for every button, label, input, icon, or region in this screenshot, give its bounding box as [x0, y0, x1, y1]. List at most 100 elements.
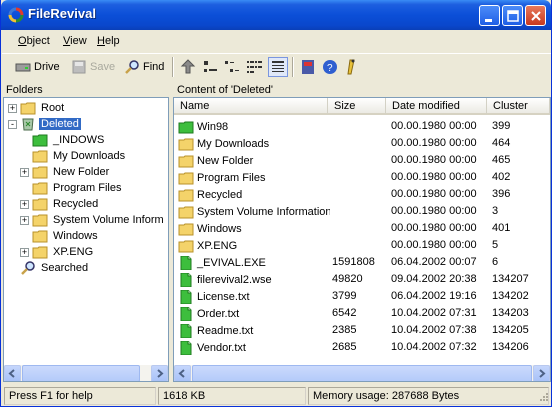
- tree-expander[interactable]: -: [8, 120, 17, 129]
- tree-item-label: XP.ENG: [53, 246, 94, 258]
- cell-size: 1591808: [332, 256, 375, 268]
- table-row[interactable]: XP.ENG 00.00.1980 00:00 5: [174, 237, 548, 254]
- file-list[interactable]: Name Size Date modified Cluster Win98 00.…: [173, 97, 551, 382]
- cell-date: 09.04.2002 20:38: [391, 273, 477, 285]
- file-name: XP.ENG: [197, 240, 238, 252]
- tree-item[interactable]: New Folder: [32, 164, 111, 180]
- scroll-right-button[interactable]: [533, 365, 550, 381]
- tree-item[interactable]: XP.ENG: [32, 244, 95, 260]
- chevron-left-icon: [178, 369, 185, 378]
- table-row[interactable]: _EVIVAL.EXE 1591808 06.04.2002 00:07 6: [174, 254, 548, 271]
- scroll-thumb[interactable]: [22, 365, 140, 381]
- cell-date: 00.00.1980 00:00: [391, 222, 477, 234]
- cell-date: 06.04.2002 19:16: [391, 290, 477, 302]
- help-book-button[interactable]: [298, 57, 318, 77]
- small-icons-button[interactable]: [222, 57, 242, 77]
- table-row[interactable]: Windows 00.00.1980 00:00 401: [174, 220, 548, 237]
- scroll-right-button[interactable]: [151, 365, 168, 381]
- table-row[interactable]: New Folder 00.00.1980 00:00 465: [174, 152, 548, 169]
- details-view-button[interactable]: [268, 57, 288, 77]
- list-horizontal-scrollbar[interactable]: [174, 364, 550, 381]
- menu-help[interactable]: Help: [97, 35, 120, 47]
- folders-label: Folders: [6, 84, 43, 96]
- tree-expander[interactable]: +: [8, 104, 17, 113]
- file-name: Windows: [197, 223, 242, 235]
- column-cluster[interactable]: Cluster: [487, 98, 550, 115]
- tree-item-label: Recycled: [53, 198, 99, 210]
- title-bar[interactable]: FileRevival: [1, 0, 551, 30]
- scroll-thumb[interactable]: [192, 365, 532, 381]
- toolbar-separator: [172, 57, 174, 77]
- table-row[interactable]: Recycled 00.00.1980 00:00 396: [174, 186, 548, 203]
- find-button[interactable]: Find: [121, 56, 167, 78]
- table-row[interactable]: Vendor.txt 2685 10.04.2002 07:32 134206: [174, 339, 548, 356]
- tree-expander[interactable]: +: [20, 248, 29, 257]
- cell-cluster: 134205: [492, 324, 529, 336]
- tree-item-label: System Volume Inform: [53, 214, 164, 226]
- table-row[interactable]: License.txt 3799 06.04.2002 19:16 134202: [174, 288, 548, 305]
- table-row[interactable]: Readme.txt 2385 10.04.2002 07:38 134205: [174, 322, 548, 339]
- tree-item[interactable]: System Volume Inform: [32, 212, 166, 228]
- cell-date: 06.04.2002 00:07: [391, 256, 477, 268]
- table-row[interactable]: Order.txt 6542 10.04.2002 07:31 134203: [174, 305, 548, 322]
- menu-view[interactable]: View: [63, 35, 87, 47]
- table-row[interactable]: Win98 00.00.1980 00:00 399: [174, 118, 548, 135]
- details-view-icon: [272, 61, 284, 72]
- folder-tree[interactable]: + Root - Deleted _INDOWS My Downloads + New Fol…: [3, 97, 169, 382]
- cell-name: System Volume Information: [178, 205, 330, 219]
- resize-grip-icon[interactable]: [537, 392, 549, 404]
- table-row[interactable]: System Volume Information 00.00.1980 00:0…: [174, 203, 548, 220]
- menu-object[interactable]: Object: [18, 35, 50, 47]
- maximize-button[interactable]: [502, 5, 523, 26]
- cell-name: Win98: [178, 120, 330, 134]
- tree-item[interactable]: My Downloads: [32, 148, 127, 164]
- tree-expander[interactable]: +: [20, 216, 29, 225]
- cell-cluster: 401: [492, 222, 511, 234]
- menu-bar: Object View Help: [2, 31, 551, 51]
- folder-icon: [32, 230, 48, 243]
- close-button[interactable]: [525, 5, 546, 26]
- column-date-modified[interactable]: Date modified: [386, 98, 487, 115]
- tree-item[interactable]: Program Files: [32, 180, 123, 196]
- file-icon: [180, 341, 192, 355]
- maximize-icon: [507, 10, 519, 22]
- tree-item[interactable]: Recycled: [32, 196, 100, 212]
- table-row[interactable]: My Downloads 00.00.1980 00:00 464: [174, 135, 548, 152]
- cell-date: 00.00.1980 00:00: [391, 154, 477, 166]
- about-button[interactable]: [342, 57, 362, 77]
- app-window: FileRevival Object View Help Drive Save …: [0, 0, 552, 407]
- table-row[interactable]: Program Files 00.00.1980 00:00 402: [174, 169, 548, 186]
- column-size[interactable]: Size: [328, 98, 386, 115]
- tree-item-label: My Downloads: [53, 150, 126, 162]
- tree-item[interactable]: Searched: [20, 260, 90, 276]
- tree-expander[interactable]: +: [20, 200, 29, 209]
- cell-size: 3799: [332, 290, 357, 302]
- file-icon: [180, 256, 192, 270]
- scroll-left-button[interactable]: [174, 365, 191, 381]
- tree-item[interactable]: Deleted: [20, 116, 81, 132]
- large-icons-button[interactable]: [200, 57, 220, 77]
- folder-icon: [32, 166, 48, 179]
- up-folder-button[interactable]: [178, 57, 198, 77]
- cell-name: Windows: [178, 222, 330, 236]
- large-icons-icon: [204, 61, 217, 72]
- minimize-button[interactable]: [479, 5, 500, 26]
- tree-item[interactable]: _INDOWS: [32, 132, 106, 148]
- web-help-button[interactable]: ?: [320, 57, 340, 77]
- status-size: 1618 KB: [158, 387, 306, 405]
- scroll-left-button[interactable]: [4, 365, 21, 381]
- cell-name: XP.ENG: [178, 239, 330, 253]
- cell-date: 00.00.1980 00:00: [391, 239, 477, 251]
- tree-item[interactable]: Windows: [32, 228, 100, 244]
- file-name: Recycled: [197, 189, 243, 201]
- list-view-button[interactable]: [244, 57, 264, 77]
- tree-expander[interactable]: +: [20, 168, 29, 177]
- tree-item[interactable]: Root: [20, 100, 66, 116]
- cell-cluster: 464: [492, 137, 511, 149]
- tree-horizontal-scrollbar[interactable]: [4, 364, 168, 381]
- save-button[interactable]: Save: [68, 56, 118, 78]
- column-name[interactable]: Name: [174, 98, 328, 115]
- cell-cluster: 402: [492, 171, 511, 183]
- table-row[interactable]: filerevival2.wse 49820 09.04.2002 20:38 134…: [174, 271, 548, 288]
- drive-button[interactable]: Drive: [12, 56, 63, 78]
